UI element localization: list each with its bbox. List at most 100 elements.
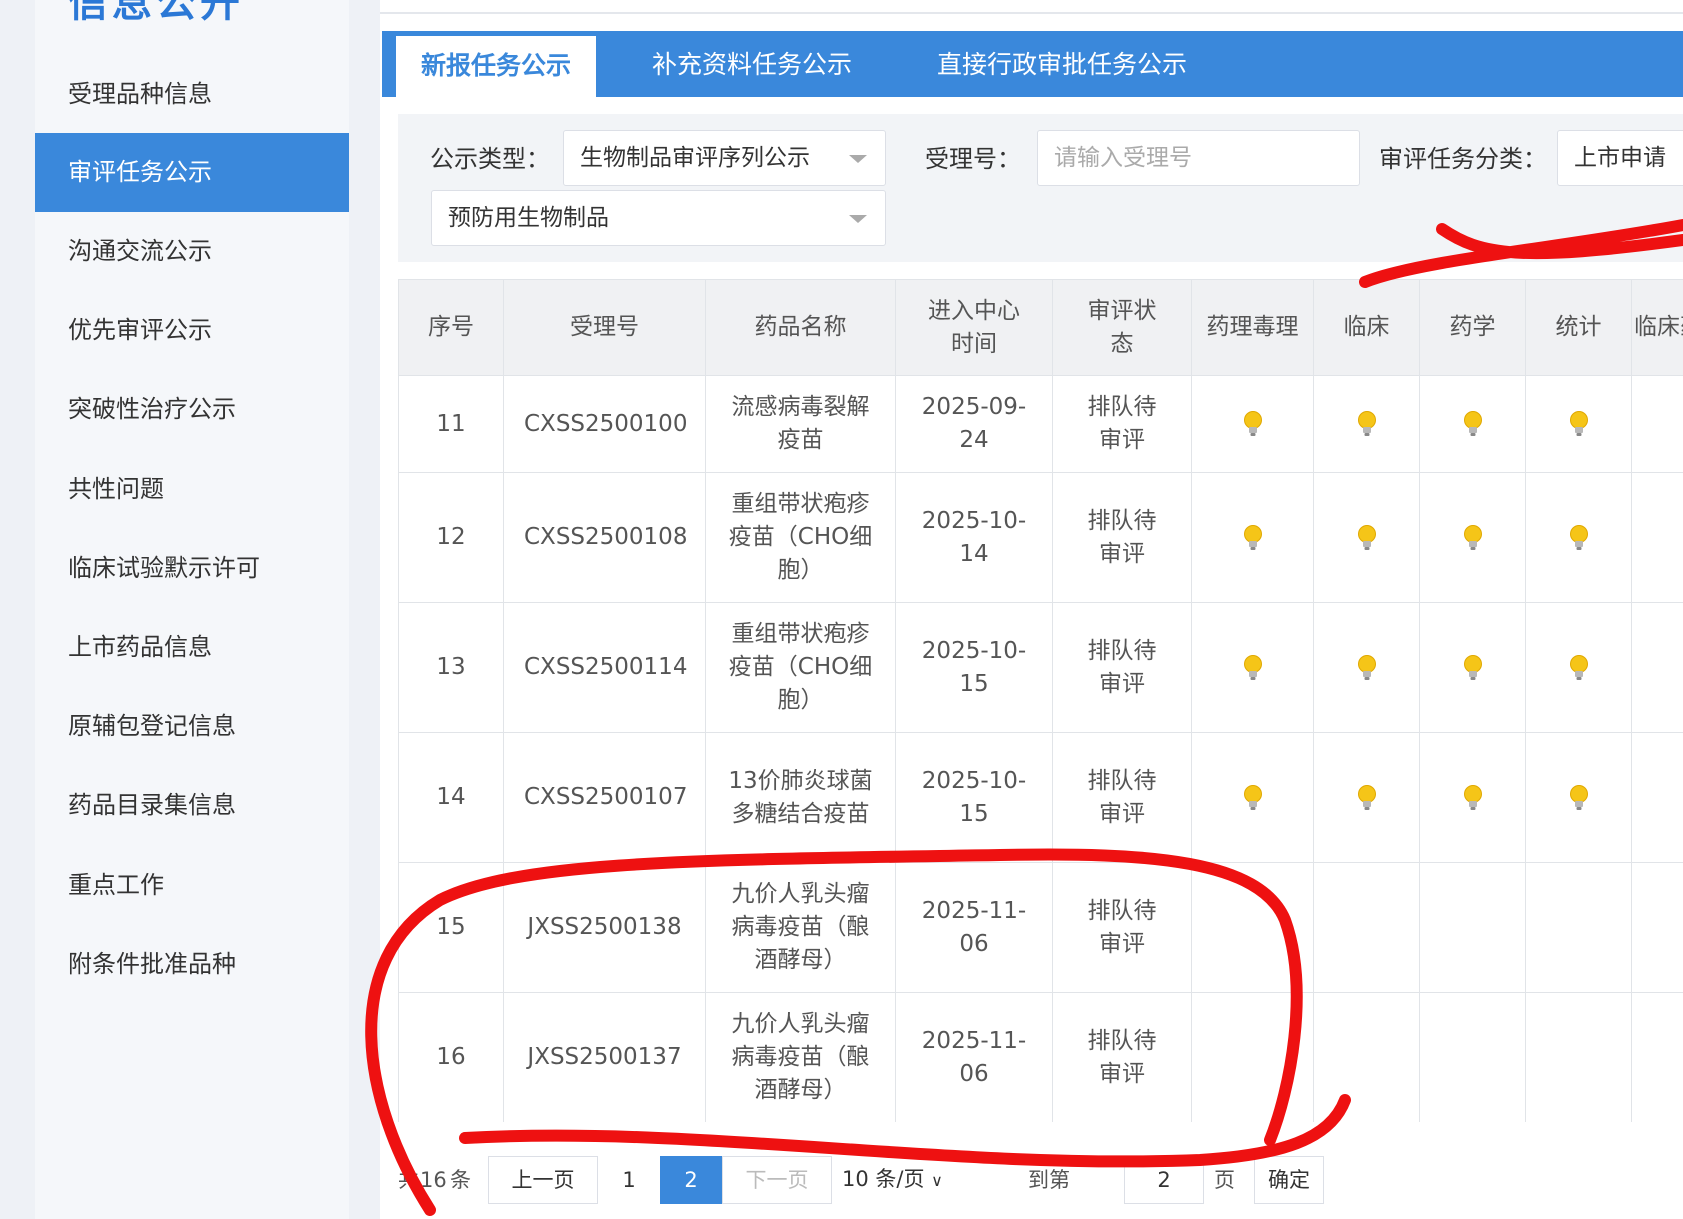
lightbulb-icon[interactable] bbox=[1463, 411, 1483, 437]
type-select[interactable]: 生物制品审评序列公示 bbox=[563, 130, 886, 186]
page-size-select[interactable]: 10 条/页 ∨ bbox=[832, 1156, 952, 1204]
row-no: 11 bbox=[398, 375, 504, 473]
row-statistics bbox=[1525, 992, 1632, 1122]
col-header-pharmacy: 药学 bbox=[1419, 279, 1526, 376]
sidebar-title: 信息公开 bbox=[68, 0, 244, 26]
lightbulb-icon[interactable] bbox=[1357, 654, 1377, 680]
sidebar-item-priority-review[interactable]: 优先审评公示 bbox=[35, 291, 349, 370]
goto-page-input[interactable]: 2 bbox=[1124, 1156, 1204, 1204]
confirm-button[interactable]: 确定 bbox=[1254, 1156, 1324, 1204]
lightbulb-icon[interactable] bbox=[1357, 411, 1377, 437]
sidebar-item-clinical-trial-permit[interactable]: 临床试验默示许可 bbox=[35, 529, 349, 608]
lightbulb-icon[interactable] bbox=[1569, 784, 1589, 810]
row-pharm-tox bbox=[1191, 862, 1314, 993]
table-row: 14 CXSS2500107 13价肺炎球菌多糖结合疫苗 2025-10-15 排队待审… bbox=[398, 732, 1683, 863]
row-entry-date: 2025-11-06 bbox=[895, 992, 1053, 1122]
subtype-select-value: 预防用生物制品 bbox=[448, 205, 609, 231]
lightbulb-icon[interactable] bbox=[1463, 784, 1483, 810]
tab-direct-approval-tasks[interactable]: 直接行政审批任务公示 bbox=[912, 31, 1212, 97]
sidebar-item-breakthrough[interactable]: 突破性治疗公示 bbox=[35, 370, 349, 449]
lightbulb-icon[interactable] bbox=[1463, 654, 1483, 680]
page-1-button[interactable]: 1 bbox=[598, 1156, 660, 1204]
col-header-no: 序号 bbox=[398, 279, 504, 376]
sidebar-item-accepted-varieties[interactable]: 受理品种信息 bbox=[35, 55, 349, 134]
sidebar-item-drug-catalog[interactable]: 药品目录集信息 bbox=[35, 766, 349, 845]
category-select[interactable]: 上市申请 bbox=[1557, 130, 1683, 186]
row-accept-no: CXSS2500108 bbox=[503, 472, 706, 603]
sidebar-item-conditional-approval[interactable]: 附条件批准品种 bbox=[35, 925, 349, 1004]
row-accept-no: CXSS2500100 bbox=[503, 375, 706, 473]
row-pharm-tox bbox=[1191, 602, 1314, 733]
lightbulb-icon[interactable] bbox=[1243, 524, 1263, 550]
sidebar-item-api-registration[interactable]: 原辅包登记信息 bbox=[35, 687, 349, 766]
row-clin-pharm bbox=[1631, 732, 1683, 863]
row-entry-date: 2025-09-24 bbox=[895, 375, 1053, 473]
row-entry-date: 2025-11-06 bbox=[895, 862, 1053, 993]
accept-no-input[interactable]: 请输入受理号 bbox=[1037, 130, 1360, 186]
main-content: 新报任务公示 补充资料任务公示 直接行政审批任务公示 公示类型： 生物制品审评序… bbox=[380, 0, 1683, 1219]
row-status: 排队待审评 bbox=[1052, 992, 1192, 1122]
sidebar-item-marketed-drugs[interactable]: 上市药品信息 bbox=[35, 608, 349, 687]
sidebar-item-key-work[interactable]: 重点工作 bbox=[35, 846, 349, 925]
type-label: 公示类型： bbox=[430, 145, 550, 173]
row-pharmacy bbox=[1419, 602, 1526, 733]
row-accept-no: JXSS2500137 bbox=[503, 992, 706, 1122]
row-statistics bbox=[1525, 732, 1632, 863]
lightbulb-icon[interactable] bbox=[1463, 524, 1483, 550]
sidebar-item-review-tasks[interactable]: 审评任务公示 bbox=[35, 133, 349, 212]
table-row: 15 JXSS2500138 九价人乳头瘤病毒疫苗（酿酒酵母） 2025-11-06 排… bbox=[398, 862, 1683, 993]
lightbulb-icon[interactable] bbox=[1243, 784, 1263, 810]
row-no: 12 bbox=[398, 472, 504, 603]
table-header-row: 序号 受理号 药品名称 进入中心时间 审评状态 药理毒理 临床 药学 统计 临床… bbox=[398, 279, 1683, 376]
row-no: 13 bbox=[398, 602, 504, 733]
category-label: 审评任务分类： bbox=[1379, 145, 1547, 173]
lightbulb-icon[interactable] bbox=[1569, 411, 1589, 437]
sidebar-item-common-issues[interactable]: 共性问题 bbox=[35, 450, 349, 529]
col-header-accept-no: 受理号 bbox=[503, 279, 706, 376]
row-pharm-tox bbox=[1191, 375, 1314, 473]
col-header-drug-name: 药品名称 bbox=[705, 279, 896, 376]
next-page-button[interactable]: 下一页 bbox=[722, 1156, 832, 1204]
row-drug-name: 重组带状疱疹疫苗（CHO细胞） bbox=[705, 602, 896, 733]
tab-supplement-tasks[interactable]: 补充资料任务公示 bbox=[622, 31, 882, 97]
col-header-clinical: 临床 bbox=[1313, 279, 1420, 376]
sidebar: 信息公开 受理品种信息 审评任务公示 沟通交流公示 优先审评公示 突破性治疗公示… bbox=[35, 0, 349, 1219]
lightbulb-icon[interactable] bbox=[1357, 524, 1377, 550]
tab-new-tasks[interactable]: 新报任务公示 bbox=[396, 36, 596, 97]
goto-prefix: 到第 bbox=[1028, 1168, 1070, 1192]
row-pharmacy bbox=[1419, 375, 1526, 473]
row-entry-date: 2025-10-14 bbox=[895, 472, 1053, 603]
sidebar-item-communication[interactable]: 沟通交流公示 bbox=[35, 212, 349, 291]
row-clinical bbox=[1313, 992, 1420, 1122]
row-drug-name: 重组带状疱疹疫苗（CHO细胞） bbox=[705, 472, 896, 603]
row-accept-no: CXSS2500114 bbox=[503, 602, 706, 733]
table-row: 13 CXSS2500114 重组带状疱疹疫苗（CHO细胞） 2025-10-15 排队… bbox=[398, 602, 1683, 733]
row-pharmacy bbox=[1419, 862, 1526, 993]
page-2-button[interactable]: 2 bbox=[660, 1156, 722, 1204]
lightbulb-icon[interactable] bbox=[1569, 524, 1589, 550]
col-header-clin-pharm: 临床药理 bbox=[1631, 279, 1683, 376]
tab-bar: 新报任务公示 补充资料任务公示 直接行政审批任务公示 bbox=[382, 31, 1683, 97]
pagination-total-suffix: 条 bbox=[450, 1168, 471, 1192]
row-status: 排队待审评 bbox=[1052, 732, 1192, 863]
row-clinical bbox=[1313, 862, 1420, 993]
row-drug-name: 13价肺炎球菌多糖结合疫苗 bbox=[705, 732, 896, 863]
pagination: 共 16 条 上一页 1 2 下一页 10 条/页 ∨ 到第 2 页 确定 bbox=[380, 1156, 1683, 1204]
table-row: 11 CXSS2500100 流感病毒裂解疫苗 2025-09-24 排队待审评 bbox=[398, 375, 1683, 473]
row-status: 排队待审评 bbox=[1052, 375, 1192, 473]
row-entry-date: 2025-10-15 bbox=[895, 732, 1053, 863]
row-drug-name: 流感病毒裂解疫苗 bbox=[705, 375, 896, 473]
prev-page-button[interactable]: 上一页 bbox=[488, 1156, 598, 1204]
lightbulb-icon[interactable] bbox=[1243, 654, 1263, 680]
row-clin-pharm bbox=[1631, 992, 1683, 1122]
row-pharmacy bbox=[1419, 992, 1526, 1122]
chevron-down-icon bbox=[849, 155, 867, 163]
row-clinical bbox=[1313, 732, 1420, 863]
subtype-select[interactable]: 预防用生物制品 bbox=[431, 190, 886, 246]
row-drug-name: 九价人乳头瘤病毒疫苗（酿酒酵母） bbox=[705, 862, 896, 993]
pagination-total-value: 16 bbox=[420, 1168, 447, 1192]
lightbulb-icon[interactable] bbox=[1569, 654, 1589, 680]
page-size-value: 10 条/页 bbox=[842, 1167, 925, 1191]
lightbulb-icon[interactable] bbox=[1357, 784, 1377, 810]
lightbulb-icon[interactable] bbox=[1243, 411, 1263, 437]
